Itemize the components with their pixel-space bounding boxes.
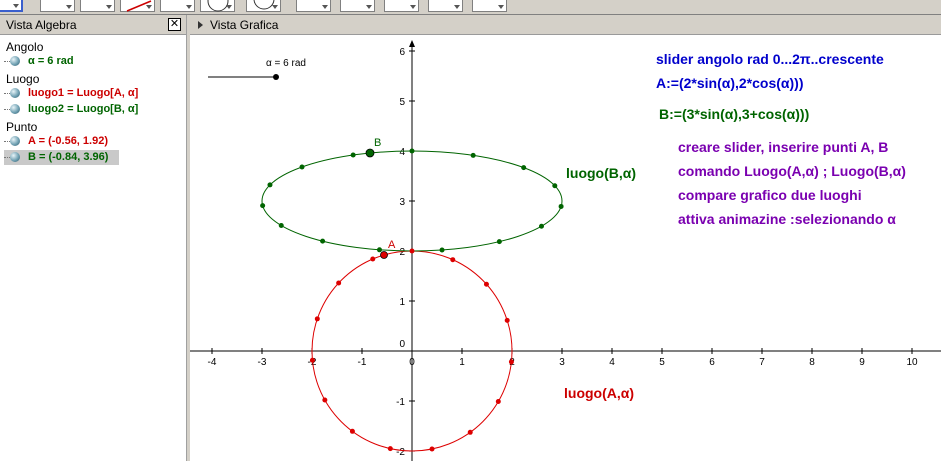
locus-point: [508, 359, 514, 365]
note-step-3[interactable]: compare grafico due luoghi: [678, 187, 862, 203]
locus-point: [483, 281, 489, 287]
y-tick-label: -2: [396, 447, 405, 458]
locus-point: [409, 148, 415, 154]
x-tick-label: 6: [709, 357, 715, 368]
alpha-slider-label: α = 6 rad: [266, 58, 306, 69]
point-tool-icon[interactable]: [40, 0, 75, 12]
algebra-view-title: Vista Algebra: [6, 18, 77, 32]
y-tick-label: 1: [399, 297, 405, 308]
y-tick-label: 2: [399, 247, 405, 258]
locus-point: [267, 182, 273, 188]
move-view-tool-icon[interactable]: [472, 0, 507, 12]
x-tick-label: 3: [559, 357, 565, 368]
x-tick-label: -1: [358, 357, 367, 368]
x-tick-label: 9: [859, 357, 865, 368]
algebra-view-header: Vista Algebra ✕: [0, 15, 186, 35]
x-tick-label: -4: [208, 357, 217, 368]
locus-point: [260, 203, 266, 209]
group-luogo[interactable]: Luogo: [6, 72, 39, 86]
group-punto[interactable]: Punto: [6, 120, 37, 134]
note-step-2[interactable]: comando Luogo(A,α) ; Luogo(B,α): [678, 163, 906, 179]
line-tool-icon[interactable]: [80, 0, 115, 12]
locus-point: [350, 152, 356, 158]
y-tick-label: 5: [399, 97, 405, 108]
point-a-label: A: [388, 239, 396, 251]
x-tick-label: 10: [906, 357, 918, 368]
angle-tool-icon[interactable]: [296, 0, 331, 12]
y-tick-label: 0: [399, 339, 405, 350]
locus-point: [429, 446, 435, 452]
locus-point: [320, 238, 326, 244]
x-tick-label: 8: [809, 357, 815, 368]
locus-point: [558, 203, 564, 209]
note-slider[interactable]: slider angolo rad 0...2π..crescente: [656, 51, 884, 67]
visibility-toggle-icon[interactable]: [10, 88, 20, 98]
visibility-toggle-icon[interactable]: [10, 152, 20, 162]
point-b-label: B: [374, 137, 381, 149]
group-angolo[interactable]: Angolo: [6, 40, 43, 54]
y-tick-label: 6: [399, 47, 405, 58]
x-tick-label: 5: [659, 357, 665, 368]
locus-point: [370, 256, 376, 262]
locus-point: [309, 357, 315, 363]
locus-point: [538, 223, 544, 229]
x-tick-label: 1: [459, 357, 465, 368]
algebra-item-point-b[interactable]: B = (-0.84, 3.96): [4, 150, 119, 165]
locus-point: [299, 164, 305, 170]
collapse-arrow-icon[interactable]: [198, 21, 203, 29]
circle-tool-icon[interactable]: [200, 0, 235, 12]
visibility-toggle-icon[interactable]: [10, 56, 20, 66]
graphics-view[interactable]: -4-3-2-10123456789106543210-1-2 α = 6 ra…: [190, 15, 941, 461]
alpha-slider-handle[interactable]: [273, 74, 279, 80]
polygon-tool-icon[interactable]: [160, 0, 195, 12]
y-tick-label: 4: [399, 147, 405, 158]
move-tool-icon[interactable]: [0, 0, 23, 12]
locus-point: [521, 165, 527, 171]
reflect-tool-icon[interactable]: [340, 0, 375, 12]
x-tick-label: 0: [409, 357, 415, 368]
toolbar: [0, 0, 941, 15]
locus-point: [349, 428, 355, 434]
visibility-toggle-icon[interactable]: [10, 136, 20, 146]
slider-tool-icon[interactable]: [384, 0, 419, 12]
x-tick-label: 7: [759, 357, 765, 368]
locus-point: [439, 247, 445, 253]
close-icon[interactable]: ✕: [168, 18, 181, 31]
algebra-view: Vista Algebra ✕ Angolo α = 6 rad Luogo l…: [0, 15, 186, 461]
point-b[interactable]: [365, 148, 375, 158]
locus-point: [470, 152, 476, 158]
locus-point: [467, 429, 473, 435]
y-tick-label: 3: [399, 197, 405, 208]
graphics-view-title: Vista Grafica: [210, 18, 279, 32]
note-def-a[interactable]: A:=(2*sin(α),2*cos(α))): [656, 75, 804, 91]
text-tool-icon[interactable]: [428, 0, 463, 12]
x-tick-label: 4: [609, 357, 615, 368]
locus-point: [387, 446, 393, 452]
graphics-view-header: Vista Grafica: [190, 15, 941, 35]
locus-point: [314, 316, 320, 322]
locus-point: [409, 248, 415, 254]
note-step-4[interactable]: attiva animazine :selezionando α: [678, 211, 896, 227]
locus-point: [336, 280, 342, 286]
conic-tool-icon[interactable]: [246, 0, 281, 12]
locus-point: [504, 317, 510, 323]
y-axis-arrow: [409, 40, 415, 47]
locus-point: [322, 397, 328, 403]
point-a[interactable]: [380, 251, 388, 259]
locus-point: [376, 247, 382, 253]
locus-b-label[interactable]: luogo(B,α): [566, 165, 636, 181]
axis-ticks: -4-3-2-10123456789106543210-1-2: [208, 47, 918, 458]
locus-point: [552, 183, 558, 189]
locus-point: [496, 239, 502, 245]
locus-point: [495, 398, 501, 404]
x-tick-label: -3: [258, 357, 267, 368]
locus-point: [278, 223, 284, 229]
note-step-1[interactable]: creare slider, inserire punti A, B: [678, 139, 888, 155]
locus-point: [450, 257, 456, 263]
y-tick-label: -1: [396, 397, 405, 408]
visibility-toggle-icon[interactable]: [10, 104, 20, 114]
locus-a-label[interactable]: luogo(A,α): [564, 385, 634, 401]
perpendicular-tool-icon[interactable]: [120, 0, 155, 12]
note-def-b[interactable]: B:=(3*sin(α),3+cos(α))): [659, 106, 809, 122]
